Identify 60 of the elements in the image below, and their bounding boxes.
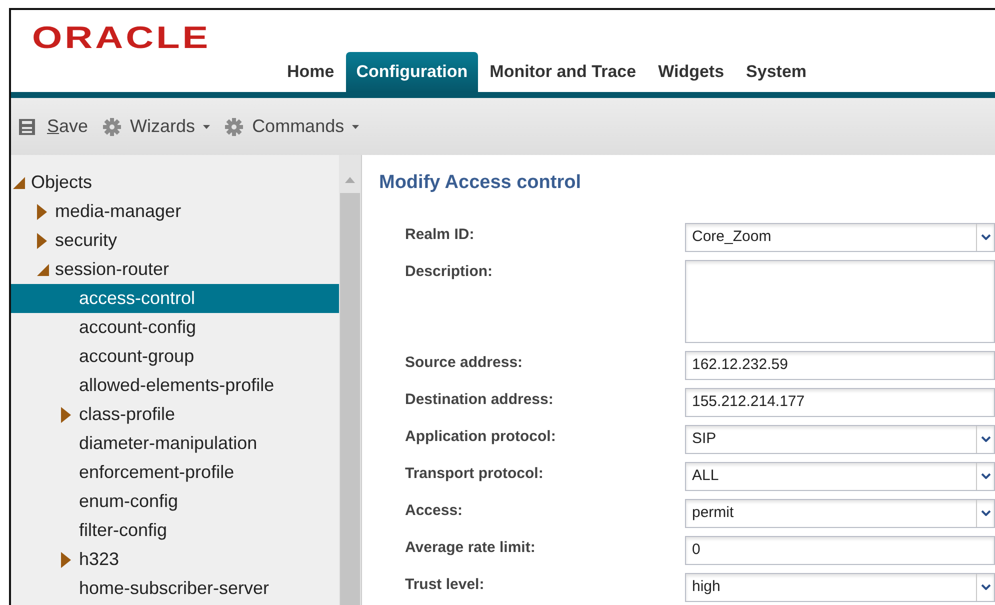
collapsed-triangle-icon[interactable] <box>37 232 47 248</box>
tree-item[interactable]: diameter-manipulation <box>11 429 339 458</box>
select-field[interactable]: high <box>685 572 995 602</box>
tree-item[interactable]: allowed-elements-profile <box>11 371 339 400</box>
chevron-down-icon <box>980 584 990 590</box>
select-field[interactable]: SIP <box>685 424 995 454</box>
input-field[interactable]: 0 <box>685 536 995 564</box>
menu-button[interactable]: Commands <box>224 113 360 140</box>
tree-item[interactable]: account-group <box>11 342 339 371</box>
field-label: Average rate limit: <box>405 538 536 558</box>
tree-item[interactable]: account-config <box>11 313 339 342</box>
collapsed-triangle-icon[interactable] <box>37 204 47 220</box>
tree-item[interactable]: security <box>11 226 339 255</box>
field-label: Realm ID: <box>405 224 476 244</box>
field-label: Source address: <box>405 352 524 372</box>
tree-item[interactable]: Objects <box>11 168 339 197</box>
field-label: Destination address: <box>405 390 554 410</box>
logo: ORACLE <box>32 22 211 53</box>
nav-tab[interactable]: Home <box>277 52 344 92</box>
field-label: Transport protocol: <box>405 464 544 484</box>
select-field[interactable]: Core_Zoom <box>685 222 995 252</box>
caret-icon <box>203 124 210 128</box>
tree-item[interactable]: filter-config <box>11 516 339 545</box>
nav-tab[interactable]: Monitor and Trace <box>480 52 646 92</box>
menu-button[interactable]: Wizards <box>102 113 210 140</box>
tree-item[interactable]: h323 <box>11 545 339 574</box>
expanded-triangle-icon[interactable] <box>37 264 49 276</box>
form-title: Modify Access control <box>379 171 582 195</box>
nav-tab[interactable]: System <box>736 52 817 92</box>
select-field[interactable]: permit <box>685 498 995 528</box>
chevron-down-icon <box>980 510 990 516</box>
select-field[interactable]: ALL <box>685 462 995 490</box>
field-label: Description: <box>405 262 494 282</box>
gear-icon <box>224 116 244 136</box>
save-button[interactable]: Save <box>19 113 88 140</box>
chevron-down-icon <box>980 473 990 479</box>
chevron-down-icon <box>980 234 990 240</box>
field-label: Application protocol: <box>405 426 557 446</box>
scrollbar-thumb[interactable] <box>340 193 360 605</box>
tree-item[interactable]: session-router <box>11 255 339 284</box>
collapsed-triangle-icon[interactable] <box>61 406 71 422</box>
tree-item[interactable]: access-control <box>11 284 339 313</box>
collapsed-triangle-icon[interactable] <box>61 552 71 568</box>
save-icon <box>19 118 35 134</box>
nav-tab[interactable]: Configuration <box>346 52 478 92</box>
tree-item[interactable]: media-manager <box>11 197 339 226</box>
field-label: Trust level: <box>405 574 486 594</box>
tree-item[interactable]: class-profile <box>11 400 339 429</box>
nav-tab[interactable]: Widgets <box>648 52 734 92</box>
tree-item[interactable]: enforcement-profile <box>11 458 339 487</box>
field-label: Access: <box>405 500 464 520</box>
scrollbar[interactable] <box>339 155 361 605</box>
caret-icon <box>352 124 360 128</box>
gear-icon <box>102 116 122 136</box>
input-field[interactable]: 155.212.214.177 <box>685 388 995 416</box>
chevron-down-icon <box>980 436 990 442</box>
tree-item[interactable]: enum-config <box>11 487 339 516</box>
tree-item[interactable]: home-subscriber-server <box>11 574 339 603</box>
input-field[interactable]: 162.12.232.59 <box>685 350 995 380</box>
expanded-triangle-icon[interactable] <box>13 176 25 188</box>
